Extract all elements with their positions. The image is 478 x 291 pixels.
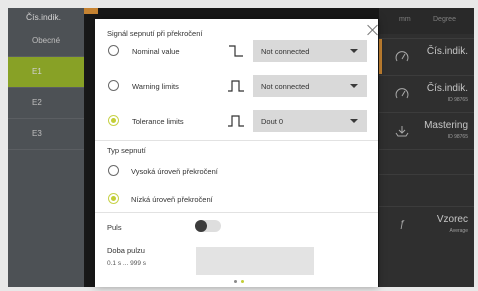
divider	[95, 212, 378, 213]
pulse-duration-input[interactable]	[196, 247, 314, 275]
option-warning-limits[interactable]: Warning limits Not connected	[95, 74, 378, 100]
step-signal-icon	[227, 44, 245, 58]
pulse-duration-range: 0.1 s ... 999 s	[107, 260, 147, 267]
divider	[95, 140, 378, 141]
option-label: Tolerance limits	[132, 117, 184, 126]
select-value: Not connected	[261, 82, 310, 91]
close-icon[interactable]	[366, 23, 380, 37]
chevron-down-icon	[350, 119, 358, 123]
dialog-title: Signál sepnutí při překročení	[107, 29, 203, 38]
chevron-down-icon	[350, 84, 358, 88]
pulse-signal-icon	[227, 114, 245, 128]
option-label: Nízká úroveň překročení	[131, 195, 213, 204]
pulse-duration-label: Doba pulzu	[107, 246, 145, 255]
option-label: Vysoká úroveň překročení	[131, 167, 218, 176]
chevron-down-icon	[350, 49, 358, 53]
nominal-output-select[interactable]: Not connected	[253, 40, 367, 62]
warning-output-select[interactable]: Not connected	[253, 75, 367, 97]
option-label: Warning limits	[132, 82, 179, 91]
select-value: Not connected	[261, 47, 310, 56]
radio-high-level[interactable]	[108, 165, 119, 176]
pulse-label: Puls	[107, 223, 122, 232]
tolerance-output-select[interactable]: Dout 0	[253, 110, 367, 132]
radio-low-level[interactable]	[108, 193, 119, 204]
page-dot[interactable]	[234, 280, 237, 283]
option-tolerance-limits[interactable]: Tolerance limits Dout 0	[95, 109, 378, 135]
switching-type-title: Typ sepnutí	[107, 146, 146, 155]
pulse-signal-icon	[227, 79, 245, 93]
switching-signal-dialog: Signál sepnutí při překročení Nominal va…	[95, 19, 378, 287]
radio-warning-limits[interactable]	[108, 80, 119, 91]
option-nominal-value[interactable]: Nominal value Not connected	[95, 39, 378, 65]
select-value: Dout 0	[261, 117, 284, 126]
page-dot-active[interactable]	[241, 280, 244, 283]
option-low-level[interactable]: Nízká úroveň překročení	[95, 187, 378, 213]
radio-tolerance-limits[interactable]	[108, 115, 119, 126]
option-label: Nominal value	[132, 47, 180, 56]
option-high-level[interactable]: Vysoká úroveň překročení	[95, 159, 378, 185]
pulse-toggle[interactable]	[195, 220, 221, 232]
radio-nominal-value[interactable]	[108, 45, 119, 56]
page-indicator	[232, 280, 248, 284]
